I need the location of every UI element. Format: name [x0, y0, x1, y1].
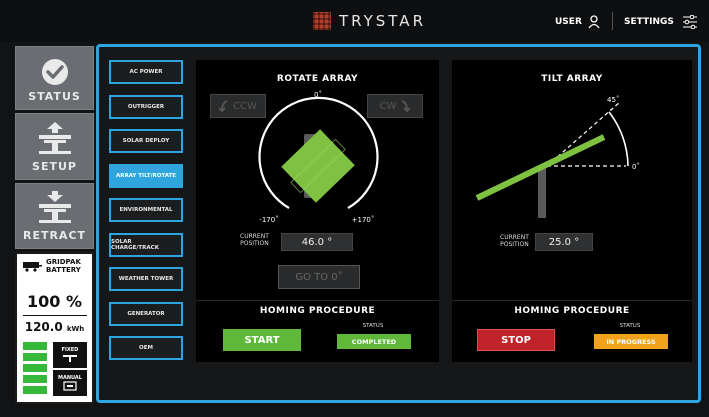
deploy-array-icon	[38, 122, 71, 154]
tilt-current-label-line2: POSITION	[500, 241, 529, 248]
top-bar: TRYSTAR USER SETTINGS	[0, 0, 709, 42]
rotate-separator	[196, 300, 439, 301]
user-icon	[588, 15, 600, 29]
sidebar-setup-button[interactable]: SETUP	[15, 113, 94, 180]
tilt-angle-45: 45˚	[607, 96, 619, 104]
rotate-dial: 0˚ -170˚ +170˚	[258, 91, 379, 224]
rotate-homing-title: HOMING PROCEDURE	[259, 306, 376, 316]
homing-stop-button[interactable]: STOP	[477, 329, 555, 351]
sidebar-retract-label: RETRACT	[22, 229, 87, 242]
mode-manual-button[interactable]: MANUAL	[53, 370, 87, 396]
mode-fixed-button[interactable]: FIXED	[53, 342, 87, 368]
battery-capacity: 120.0 kWh	[17, 320, 92, 334]
battery-level-bar	[23, 353, 47, 361]
homing-start-button[interactable]: START	[223, 329, 301, 351]
user-button[interactable]: USER	[555, 15, 600, 29]
battery-modes: FIXED MANUAL	[53, 342, 87, 398]
sidebar-status-button[interactable]: STATUS	[15, 46, 94, 110]
fixed-array-icon	[63, 355, 77, 362]
sidebar-retract-button[interactable]: RETRACT	[15, 183, 94, 249]
retract-array-icon	[38, 191, 71, 223]
tilt-status-badge: IN PROGRESS	[594, 334, 668, 349]
rotate-array-panel: ROTATE ARRAY CCW CW 0˚ -170˚ +170˚ CURRE…	[196, 60, 439, 362]
battery-title-line1: GRIDPAK	[46, 258, 81, 266]
sidebar-status-label: STATUS	[28, 90, 81, 103]
tilt-array-panel: TILT ARRAY 45˚ 0˚ CURRENT POSITION 25.0 …	[452, 60, 692, 362]
user-label: USER	[555, 17, 582, 27]
brand-logo-icon	[313, 12, 331, 30]
menu-weather-tower[interactable]: WEATHER TOWER	[109, 267, 183, 291]
battery-title: GRIDPAK BATTERY	[46, 258, 81, 274]
tilt-current-label-line1: CURRENT	[500, 234, 529, 241]
battery-header: GRIDPAK BATTERY	[22, 258, 81, 274]
battery-capacity-unit: kWh	[66, 325, 85, 333]
tilt-angle-0: 0˚	[632, 163, 640, 171]
brand-logo: TRYSTAR	[313, 12, 426, 30]
menu-ac-power[interactable]: AC POWER	[109, 60, 183, 84]
battery-level-bar	[23, 386, 47, 394]
menu-array-tilt-rotate[interactable]: ARRAY TILT/ROTATE	[109, 164, 183, 188]
battery-card: GRIDPAK BATTERY 100 % 120.0 kWh FIXED MA…	[15, 252, 94, 404]
tilt-current-label: CURRENT POSITION	[500, 234, 529, 248]
menu-solar-deploy[interactable]: SOLAR DEPLOY	[109, 129, 183, 153]
menu-oem[interactable]: OEM	[109, 336, 183, 360]
manual-mode-icon	[63, 381, 77, 391]
tilt-separator	[452, 300, 692, 301]
battery-level-bar	[23, 342, 47, 350]
tilt-status-label: STATUS	[619, 323, 641, 329]
battery-level-bar	[23, 364, 47, 372]
tilt-current-value: 25.0 °	[535, 233, 593, 251]
rotate-array-panel-graphic	[281, 129, 355, 203]
tilt-diagram: 45˚ 0˚	[475, 96, 640, 218]
battery-trailer-icon	[23, 262, 42, 272]
checkmark-icon	[41, 59, 68, 85]
rotate-current-label: CURRENT POSITION	[240, 233, 269, 247]
menu-environmental[interactable]: ENVIRONMENTAL	[109, 198, 183, 222]
battery-percent: 100 %	[27, 292, 82, 311]
battery-level-bar	[23, 375, 47, 383]
goto-zero-button[interactable]: GO TO 0˚	[278, 265, 360, 289]
rotate-status-badge: COMPLETED	[337, 334, 411, 349]
menu-outrigger[interactable]: OUTRIGGER	[109, 95, 183, 119]
battery-divider	[23, 315, 87, 316]
tilt-homing-title: HOMING PROCEDURE	[514, 306, 630, 316]
rotate-current-label-line2: POSITION	[240, 240, 269, 247]
menu-solar-charge-track[interactable]: SOLAR CHARGE/TRACK	[109, 233, 183, 257]
brand-name: TRYSTAR	[339, 12, 426, 30]
battery-capacity-value: 120.0	[24, 320, 63, 334]
header-divider	[612, 12, 613, 30]
rotate-current-value: 46.0 °	[281, 233, 353, 251]
sliders-icon	[682, 15, 697, 29]
settings-label: SETTINGS	[624, 17, 674, 27]
rotate-current-label-line1: CURRENT	[240, 233, 269, 240]
rotate-angle-left: -170˚	[259, 216, 278, 224]
rotate-angle-right: +170˚	[352, 216, 375, 224]
menu-generator[interactable]: GENERATOR	[109, 302, 183, 326]
main-panel: AC POWER OUTRIGGER SOLAR DEPLOY ARRAY TI…	[96, 44, 701, 403]
battery-level-bars	[23, 342, 49, 397]
settings-button[interactable]: SETTINGS	[624, 15, 698, 29]
sidebar-setup-label: SETUP	[32, 160, 77, 173]
rotate-status-label: STATUS	[362, 323, 384, 329]
battery-title-line2: BATTERY	[46, 266, 81, 274]
